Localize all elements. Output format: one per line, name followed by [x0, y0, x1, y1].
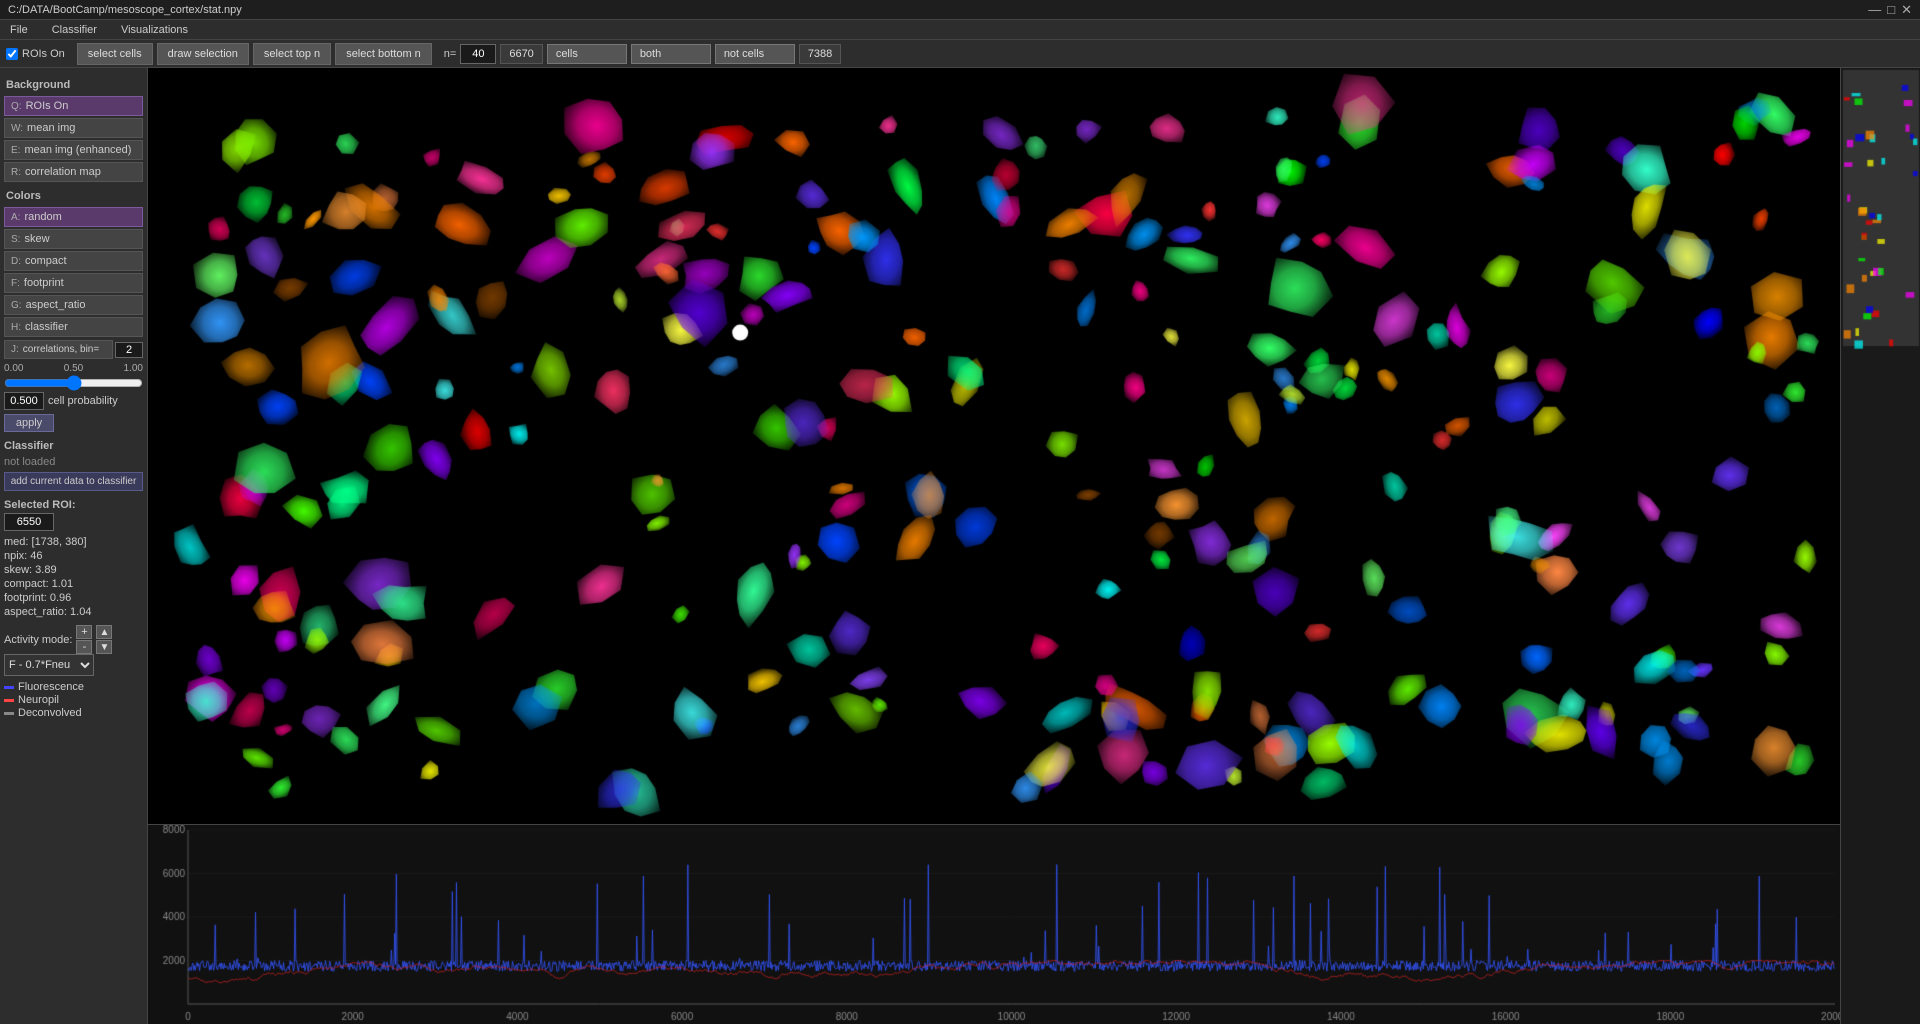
title-text: C:/DATA/BootCamp/mesoscope_cortex/stat.n…	[8, 4, 242, 16]
up-button[interactable]: ▲	[96, 625, 112, 639]
not-cells-filter-input[interactable]	[715, 44, 795, 64]
neuropil-label: Neuropil	[18, 694, 59, 706]
up-down-controls: ▲ ▼	[96, 625, 112, 654]
toolbar: ROIs On select cells draw selection sele…	[0, 40, 1920, 68]
fluorescence-label: Fluorescence	[18, 681, 84, 693]
menu-visualizations[interactable]: Visualizations	[115, 22, 194, 38]
title-bar: C:/DATA/BootCamp/mesoscope_cortex/stat.n…	[0, 0, 1920, 20]
rois-on-checkbox[interactable]	[6, 48, 18, 60]
bg-mean-img-enhanced-button[interactable]: E: mean img (enhanced)	[4, 140, 143, 160]
roi-canvas[interactable]	[148, 68, 1840, 824]
stat-med: med: [1738, 380]	[4, 536, 143, 548]
color-random-button[interactable]: A: random	[4, 207, 143, 227]
fluorescence-color-dot	[4, 686, 14, 689]
menu-file[interactable]: File	[4, 22, 34, 38]
minus-button[interactable]: -	[76, 640, 92, 654]
color-correlations-button[interactable]: J: correlations, bin=	[4, 340, 113, 359]
draw-selection-button[interactable]: draw selection	[157, 43, 249, 65]
legend-deconvolved: Deconvolved	[4, 707, 143, 719]
stat-compact: compact: 1.01	[4, 578, 143, 590]
neuropil-color-dot	[4, 699, 14, 702]
correlations-bin-input[interactable]	[115, 342, 143, 358]
slider-mid-label: 0.50	[64, 363, 83, 374]
bg-rois-on-button[interactable]: Q: ROIs On	[4, 96, 143, 116]
mini-canvas	[1841, 68, 1920, 368]
activity-mode-label: Activity mode:	[4, 634, 72, 646]
roi-id-input[interactable]	[4, 513, 54, 531]
minimize-button[interactable]: —	[1868, 2, 1881, 18]
color-skew-button[interactable]: S: skew	[4, 229, 143, 249]
activity-mode-row: Activity mode: + - ▲ ▼	[4, 625, 143, 654]
slider-min-label: 0.00	[4, 363, 23, 374]
prob-label: cell probability	[48, 395, 118, 407]
add-data-button[interactable]: add current data to classifier	[4, 472, 143, 491]
slider-labels: 0.00 0.50 1.00	[4, 363, 143, 374]
deconvolved-color-dot	[4, 712, 14, 715]
color-compact-button[interactable]: D: compact	[4, 251, 143, 271]
down-button[interactable]: ▼	[96, 640, 112, 654]
main-content: Background Q: ROIs On W: mean img E: mea…	[0, 68, 1920, 1024]
bg-mean-img-button[interactable]: W: mean img	[4, 118, 143, 138]
title-bar-controls[interactable]: — □ ✕	[1868, 2, 1912, 18]
color-aspect-ratio-button[interactable]: G: aspect_ratio	[4, 295, 143, 315]
apply-button[interactable]: apply	[4, 414, 54, 432]
center-right	[148, 68, 1840, 1024]
count2-display: 7388	[799, 44, 841, 64]
right-mini-panel	[1840, 68, 1920, 1024]
bg-correlation-map-button[interactable]: R: correlation map	[4, 162, 143, 182]
select-cells-button[interactable]: select cells	[77, 43, 153, 65]
menu-classifier[interactable]: Classifier	[46, 22, 103, 38]
prob-value-input[interactable]	[4, 392, 44, 410]
maximize-button[interactable]: □	[1887, 2, 1895, 18]
count1-display: 6670	[500, 44, 542, 64]
stat-skew: skew: 3.89	[4, 564, 143, 576]
activity-chart	[148, 825, 1840, 1024]
background-section-title: Background	[4, 78, 143, 92]
stat-aspect-ratio: aspect_ratio: 1.04	[4, 606, 143, 618]
cells-filter-input[interactable]	[547, 44, 627, 64]
prob-row: cell probability	[4, 392, 143, 410]
both-filter-input[interactable]	[631, 44, 711, 64]
stat-npix: npix: 46	[4, 550, 143, 562]
bottom-panel	[148, 824, 1840, 1024]
plus-button[interactable]: +	[76, 625, 92, 639]
count1-value: 6670	[509, 48, 533, 60]
legend-fluorescence: Fluorescence	[4, 681, 143, 693]
n-label: n=	[444, 48, 457, 60]
legend-neuropil: Neuropil	[4, 694, 143, 706]
roi-canvas-element[interactable]	[148, 68, 1840, 824]
plus-minus-controls: + -	[76, 625, 92, 654]
select-top-n-button[interactable]: select top n	[253, 43, 331, 65]
rois-on-container: ROIs On	[6, 48, 65, 60]
close-button[interactable]: ✕	[1901, 2, 1912, 18]
colors-section-title: Colors	[4, 189, 143, 203]
classifier-title: Classifier	[4, 440, 143, 452]
stat-footprint: footprint: 0.96	[4, 592, 143, 604]
deconvolved-label: Deconvolved	[18, 707, 82, 719]
n-input[interactable]	[460, 44, 496, 64]
left-panel: Background Q: ROIs On W: mean img E: mea…	[0, 68, 148, 1024]
color-footprint-button[interactable]: F: footprint	[4, 273, 143, 293]
select-bottom-n-button[interactable]: select bottom n	[335, 43, 432, 65]
rois-on-label: ROIs On	[22, 48, 65, 60]
prob-slider[interactable]	[4, 376, 143, 390]
not-loaded-label: not loaded	[4, 456, 143, 468]
slider-max-label: 1.00	[124, 363, 143, 374]
color-classifier-button[interactable]: H: classifier	[4, 317, 143, 337]
activity-chart-canvas	[148, 825, 1840, 1024]
mode-select[interactable]: F - 0.7*Fneu F raw F corrected spikes	[4, 654, 94, 676]
selected-roi-label: Selected ROI:	[4, 499, 143, 511]
count2-value: 7388	[808, 48, 832, 60]
menu-bar: File Classifier Visualizations	[0, 20, 1920, 40]
